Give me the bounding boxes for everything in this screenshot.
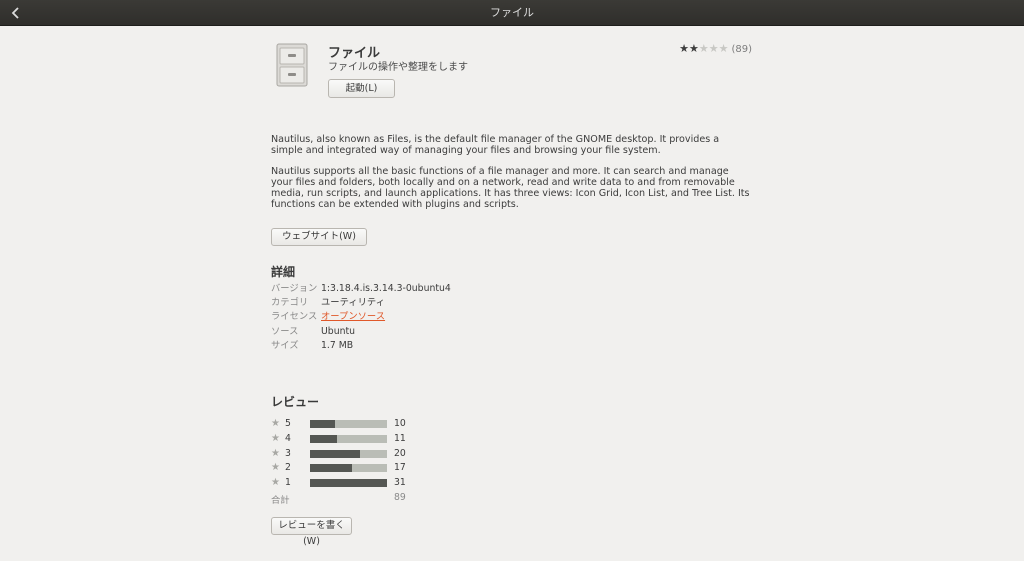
file-cabinet-icon	[276, 43, 308, 87]
star-icon: ★	[698, 42, 709, 55]
star-icon: ★	[688, 42, 699, 55]
review-bar-fill	[310, 479, 387, 488]
detail-key: サイズ	[271, 339, 299, 351]
review-stars-label: 2	[285, 462, 291, 474]
description-paragraph-1: Nautilus, also known as Files, is the de…	[271, 134, 720, 156]
review-bar-fill	[310, 420, 335, 428]
star-icon: ★	[271, 418, 280, 429]
detail-row-category: カテゴリ ユーティリティ	[271, 296, 571, 310]
review-row: ★ 5 10	[271, 418, 471, 433]
detail-key: ライセンス	[271, 311, 318, 323]
detail-value: 1.7 MB	[321, 339, 354, 351]
review-bar-track	[310, 479, 387, 488]
details-title: 詳細	[271, 265, 296, 279]
total-value: 89	[394, 491, 406, 503]
detail-key: カテゴリ	[271, 297, 309, 309]
star-icon: ★	[271, 477, 280, 489]
rating-stars: ★★★★★	[679, 42, 728, 55]
detail-value: 1:3.18.4.is.3.14.3-0ubuntu4	[321, 283, 451, 294]
description-paragraph-2: Nautilus supports all the basic function…	[271, 166, 750, 210]
review-count: 17	[394, 462, 406, 474]
review-stars-label: 3	[285, 447, 291, 459]
app-summary: ファイルの操作や整理をします	[328, 62, 468, 73]
review-stars-label: 1	[285, 477, 291, 489]
detail-row-license: ライセンス オープンソース	[271, 310, 571, 324]
review-stars-label: 5	[285, 418, 291, 429]
detail-key: バージョン	[271, 283, 318, 294]
review-row: ★ 1 31	[271, 477, 471, 492]
detail-row-version: バージョン 1:3.18.4.is.3.14.3-0ubuntu4	[271, 282, 571, 296]
detail-row-size: サイズ 1.7 MB	[271, 339, 571, 353]
review-row: ★ 3 20	[271, 448, 471, 463]
review-total-row: 合計 89	[271, 491, 471, 506]
detail-key: ソース	[271, 325, 299, 337]
review-bar-fill	[310, 449, 361, 458]
review-stars-label: 4	[285, 432, 291, 444]
review-row: ★ 4 11	[271, 433, 471, 448]
review-count: 20	[394, 447, 406, 459]
star-icon: ★	[708, 42, 719, 55]
review-count: 10	[394, 418, 406, 429]
write-review-button[interactable]: レビューを書く(W)	[271, 517, 352, 547]
detail-value: Ubuntu	[321, 325, 356, 337]
star-icon: ★	[271, 447, 280, 459]
website-button[interactable]: ウェブサイト(W)	[271, 228, 367, 246]
star-icon: ★	[271, 462, 280, 474]
review-count: 31	[394, 477, 406, 489]
review-bar-track	[310, 434, 387, 443]
total-label: 合計	[271, 494, 290, 506]
review-bar-fill	[310, 434, 337, 443]
details-list: バージョン 1:3.18.4.is.3.14.3-0ubuntu4 カテゴリ ユーテ…	[271, 282, 571, 353]
star-icon: ★	[679, 42, 689, 55]
app-rating: ★★★★★ (89)	[679, 42, 752, 55]
window-title: ファイル	[490, 6, 534, 19]
review-bar-track	[310, 464, 387, 473]
launch-button[interactable]: 起動(L)	[328, 79, 395, 98]
license-link[interactable]: オープンソース	[321, 310, 385, 324]
detail-row-source: ソース Ubuntu	[271, 325, 571, 339]
detail-value: ユーティリティ	[321, 297, 385, 309]
review-bar-fill	[310, 464, 353, 473]
reviews-title: レビュー	[271, 395, 320, 409]
review-bar-track	[310, 449, 387, 458]
review-histogram: ★ 5 10 ★ 4 11 ★ 3 20 ★ 2 17 ★ 1 31 合計 89	[271, 418, 471, 506]
review-row: ★ 2 17	[271, 462, 471, 477]
header-bar: ファイル	[0, 0, 1024, 26]
star-icon: ★	[271, 432, 280, 444]
star-icon: ★	[718, 42, 729, 55]
review-bar-track	[310, 420, 387, 428]
review-count: 11	[394, 432, 406, 444]
rating-count: (89)	[731, 44, 752, 55]
